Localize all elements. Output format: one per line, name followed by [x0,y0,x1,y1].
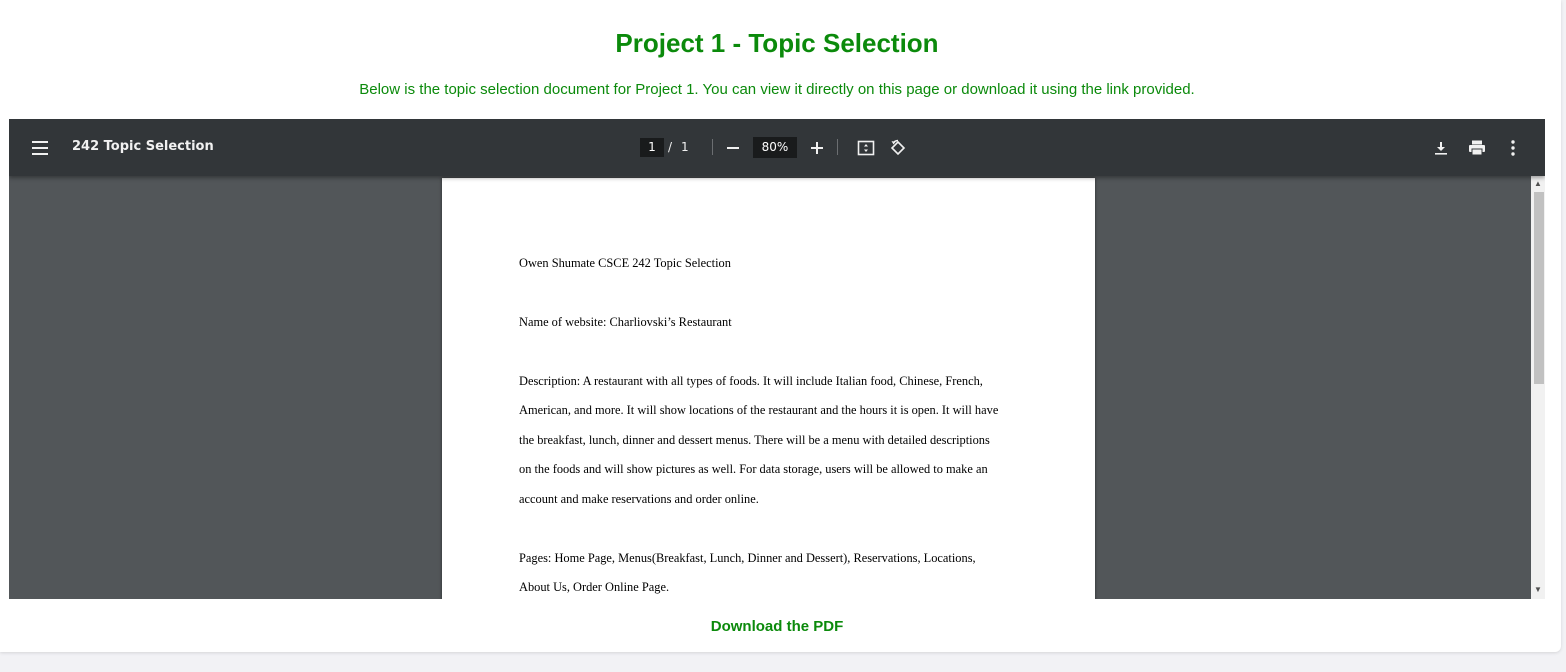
pdf-page: Owen Shumate CSCE 242 Topic Selection Na… [442,178,1095,599]
zoom-input[interactable]: 80% [753,137,797,158]
more-options-icon[interactable] [1498,133,1528,163]
scroll-down-icon[interactable]: ▼ [1534,586,1542,594]
document-line: Owen Shumate CSCE 242 Topic Selection [519,256,731,270]
page-separator: / [668,140,673,154]
scrollbar-thumb[interactable] [1534,192,1544,384]
download-pdf-link[interactable]: Download the PDF [0,618,1554,635]
page-number-input[interactable]: 1 [640,138,664,157]
vertical-scrollbar[interactable]: ▲ ▼ [1531,176,1545,599]
download-icon[interactable] [1426,133,1456,163]
scroll-up-icon[interactable]: ▲ [1534,180,1542,188]
document-line: Name of website: Charliovski’s Restauran… [519,315,732,329]
document-line: account and make reservations and order … [519,492,759,506]
document-line: Description: A restaurant with all types… [519,374,983,388]
page-title: Project 1 - Topic Selection [615,28,939,58]
menu-icon[interactable] [26,133,56,163]
document-line: on the foods and will show pictures as w… [519,462,988,476]
document-title: 242 Topic Selection [72,139,214,154]
rotate-icon[interactable] [883,133,913,163]
toolbar-divider [837,139,838,155]
pdf-toolbar: 242 Topic Selection 1 / 1 80% [9,119,1545,176]
page-total: 1 [681,140,689,154]
document-line: About Us, Order Online Page. [519,580,670,594]
toolbar-divider [712,139,713,155]
document-line: American, and more. It will show locatio… [519,403,999,417]
document-line: Pages: Home Page, Menus(Breakfast, Lunch… [519,551,976,565]
page-description: Below is the topic selection document fo… [359,81,1195,98]
document-line: the breakfast, lunch, dinner and dessert… [519,433,990,447]
zoom-in-icon[interactable] [802,133,832,163]
pdf-viewer: 242 Topic Selection 1 / 1 80% Owen Shuma… [9,119,1545,599]
print-icon[interactable] [1462,133,1492,163]
document-area[interactable]: Owen Shumate CSCE 242 Topic Selection Na… [9,176,1531,599]
fit-page-icon[interactable] [851,133,881,163]
zoom-out-icon[interactable] [718,133,748,163]
content-card: Project 1 - Topic Selection Below is the… [0,0,1561,652]
